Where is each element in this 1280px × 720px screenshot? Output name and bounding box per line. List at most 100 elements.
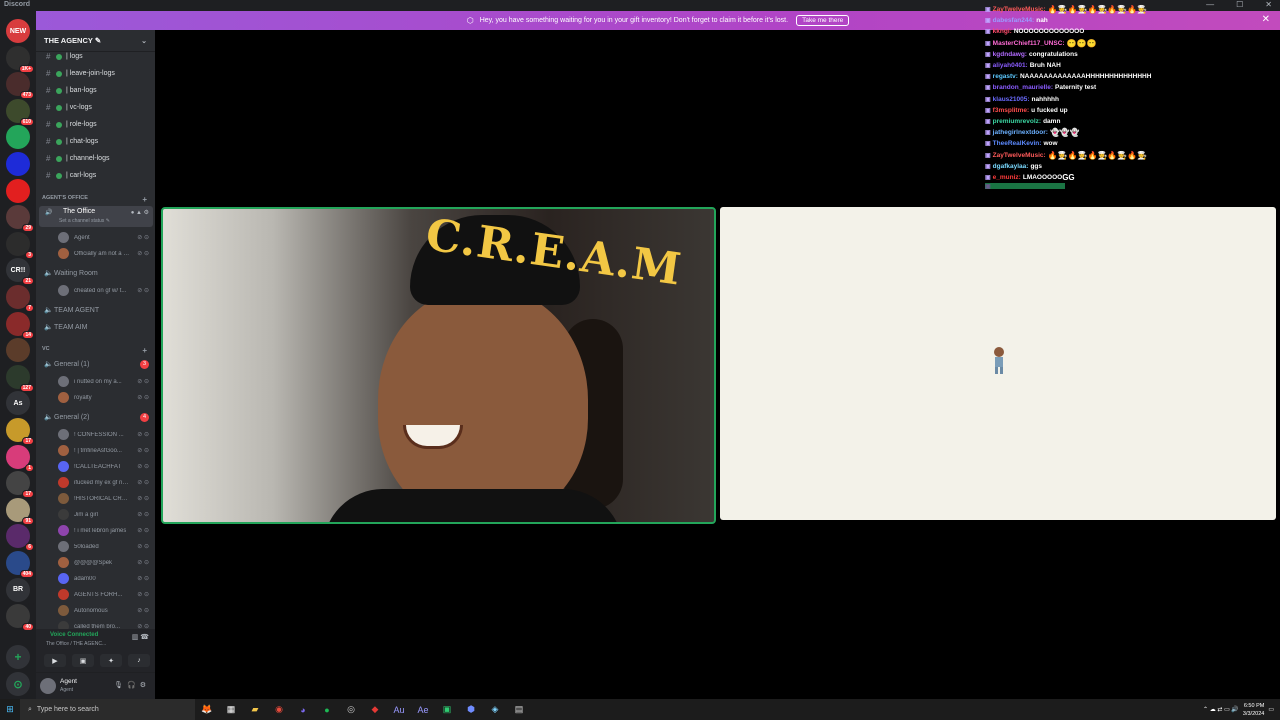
chat-username[interactable]: e_muniz: — [993, 174, 1021, 181]
voice-member[interactable]: cheated on gf w/ t... ⊘ ⊝ — [36, 283, 155, 298]
server-icon[interactable]: 14 — [6, 311, 34, 339]
channel-item[interactable]: # | chat-logs — [36, 134, 155, 149]
voice-member[interactable]: ! i met lebron james ⊘ ⊝ — [36, 523, 155, 538]
app-icon-green[interactable]: ▣ — [435, 699, 459, 720]
server-icon[interactable] — [6, 152, 34, 179]
app-icon-grey[interactable]: ▤ — [507, 699, 531, 720]
server-icon[interactable]: 1 — [6, 444, 34, 472]
voice-channel-waiting-room[interactable]: 🔈 Waiting Room — [36, 266, 155, 280]
server-icon[interactable]: BR — [6, 577, 34, 605]
explore-servers-button[interactable]: ⊙ — [6, 672, 30, 696]
after-effects-icon[interactable]: Ae — [411, 699, 435, 720]
server-icon[interactable]: 473 — [6, 72, 34, 100]
server-icon[interactable]: 404 — [6, 551, 34, 578]
channel-item[interactable]: # | channel-logs — [36, 151, 155, 166]
channel-item[interactable]: # | leave-join-logs — [36, 66, 155, 81]
voice-channel-general[interactable]: 🔈 General (2) 4 — [36, 410, 155, 424]
chat-username[interactable]: jathegirlnextdoor: — [993, 129, 1048, 136]
taskbar-widget-icon[interactable]: 🦊 — [195, 699, 219, 720]
voice-channel-team[interactable]: 🔈 TEAM AIM — [36, 320, 155, 334]
voice-member[interactable]: Officially am not a cuck ⊘ ⊝ — [36, 246, 155, 261]
channel-item[interactable]: # | vc-logs — [36, 100, 155, 115]
take-me-there-button[interactable]: Take me there — [796, 15, 850, 26]
server-icon[interactable]: 29 — [6, 205, 34, 233]
add-channel-icon[interactable]: + — [142, 195, 147, 204]
app-icon-lightblue[interactable]: ◈ — [483, 699, 507, 720]
app-icon-blue[interactable]: ⬢ — [459, 699, 483, 720]
voice-member[interactable]: @@@@Spek ⊘ ⊝ — [36, 555, 155, 570]
windows-start-icon[interactable]: ⊞ — [0, 704, 20, 715]
chat-username[interactable]: TheeRealKevin: — [993, 140, 1042, 147]
server-icon[interactable]: NEW — [6, 19, 34, 46]
voice-member[interactable]: ! CONFESSION ... ⊘ ⊝ — [36, 427, 155, 442]
voice-channel-path[interactable]: The Office / THE AGENC... — [46, 641, 106, 647]
channel-settings-icon[interactable]: ● ▲ ⚙ — [131, 209, 149, 216]
camera-button[interactable]: ▶ — [44, 654, 66, 667]
voice-member[interactable]: ifucked my ex gf ne... ⊘ ⊝ — [36, 475, 155, 490]
chat-username[interactable]: regastv: — [993, 73, 1018, 80]
game-stream-tile[interactable] — [720, 207, 1276, 520]
voice-member[interactable]: adam00 ⊘ ⊝ — [36, 571, 155, 586]
signal-icon[interactable]: ▥ — [132, 634, 139, 641]
discord-icon[interactable]: ◕ — [291, 699, 315, 720]
disconnect-icon[interactable]: ☎ — [140, 634, 149, 641]
category-agents-office[interactable]: AGENT'S OFFICE + — [36, 195, 155, 204]
channel-item[interactable]: # | ban-logs — [36, 83, 155, 98]
clock[interactable]: 6:50 PM 3/3/2024 — [1243, 702, 1264, 718]
server-icon[interactable]: 3 — [6, 231, 34, 259]
taskbar-search-input[interactable]: ⌕ Type here to search — [20, 699, 195, 720]
server-icon[interactable]: CR!! 21 — [6, 258, 34, 286]
voice-member[interactable]: Autonomous ⊘ ⊝ — [36, 603, 155, 618]
voice-member[interactable]: AGENTS FORH... ⊘ ⊝ — [36, 587, 155, 602]
server-icon[interactable]: 17 — [6, 418, 34, 445]
chat-username[interactable]: MasterChief117_UNSC: — [993, 40, 1065, 47]
voice-channel-general[interactable]: 🔈 General (1) 3 — [36, 357, 155, 371]
channel-item[interactable]: # | carl-logs — [36, 168, 155, 183]
file-explorer-icon[interactable]: ▰ — [243, 699, 267, 720]
chat-username[interactable]: aliyah0401: — [993, 62, 1028, 69]
chat-username[interactable]: klaus21005: — [993, 96, 1030, 103]
activities-button[interactable]: ✦ — [100, 654, 122, 667]
server-icon[interactable]: 610 — [6, 98, 34, 126]
add-channel-icon[interactable]: + — [142, 346, 147, 355]
app-icon-red[interactable]: ◆ — [363, 699, 387, 720]
chat-username[interactable]: dabesfan244: — [993, 17, 1035, 24]
soundboard-button[interactable]: ♪ — [128, 654, 150, 667]
obs-icon[interactable]: ◎ — [339, 699, 363, 720]
spotify-icon[interactable]: ● — [315, 699, 339, 720]
webcam-stream-tile[interactable]: C.R.E.A.M — [161, 207, 716, 524]
chat-username[interactable]: premiumrevolz: — [993, 118, 1041, 125]
notification-icon[interactable]: ▭ — [1268, 706, 1274, 713]
channel-item[interactable]: # | logs — [36, 49, 155, 64]
voice-member[interactable]: Jim a girl ⊘ ⊝ — [36, 507, 155, 522]
chat-username[interactable]: f3msplitme: — [993, 107, 1029, 114]
screen-share-button[interactable]: ▣ — [72, 654, 94, 667]
category-vc[interactable]: VC + — [36, 346, 155, 355]
voice-member[interactable]: ! | tmfineAsfGoo... ⊘ ⊝ — [36, 443, 155, 458]
add-server-button[interactable]: + — [6, 645, 30, 669]
server-icon[interactable] — [6, 338, 34, 366]
voice-member[interactable]: 50loaded ⊘ ⊝ — [36, 539, 155, 554]
server-icon[interactable]: 1K+ — [6, 45, 34, 73]
chrome-icon[interactable]: ◉ — [267, 699, 291, 720]
server-icon[interactable] — [6, 178, 34, 206]
server-icon[interactable]: 17 — [6, 471, 34, 499]
gear-icon[interactable]: ⚙ — [140, 682, 150, 689]
server-icon[interactable]: As — [6, 391, 34, 419]
voice-channel-the-office[interactable]: 🔊 The Office Set a channel status ✎ ● ▲ ⚙ — [39, 206, 153, 227]
server-icon[interactable]: 127 — [6, 364, 34, 392]
server-icon[interactable]: 6 — [6, 524, 34, 552]
voice-channel-team[interactable]: 🔈 TEAM AGENT — [36, 303, 155, 317]
server-icon[interactable]: 91 — [6, 497, 34, 525]
chat-username[interactable]: kgdndawg: — [993, 51, 1027, 58]
voice-member[interactable]: !CALLTEACHFAT ⊘ ⊝ — [36, 459, 155, 474]
voice-member[interactable]: Agent ⊘ ⊝ — [36, 230, 155, 245]
headphones-icon[interactable]: 🎧 — [127, 682, 140, 689]
avatar[interactable] — [40, 678, 56, 694]
task-view-icon[interactable]: ▦ — [219, 699, 243, 720]
server-icon[interactable] — [6, 125, 34, 153]
server-icon[interactable]: 7 — [6, 285, 34, 312]
channel-status[interactable]: Set a channel status ✎ — [59, 218, 110, 224]
voice-member[interactable]: !HISTORICAL CRAS... ⊘ ⊝ — [36, 491, 155, 506]
audition-icon[interactable]: Au — [387, 699, 411, 720]
